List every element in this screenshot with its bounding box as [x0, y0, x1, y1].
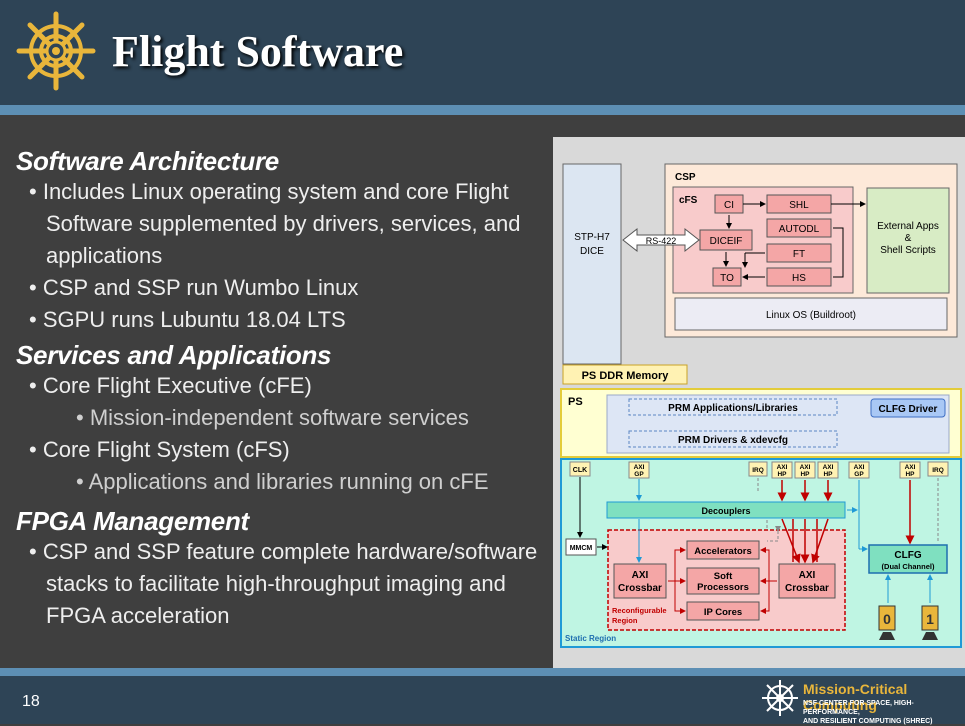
crossbar-label: Crossbar: [785, 583, 829, 594]
axi-label: AXI: [634, 464, 645, 471]
camera1-label: 1: [926, 611, 934, 627]
org-subtitle: NSF CENTER FOR SPACE, HIGH-PERFORMANCE, …: [803, 699, 965, 726]
cfs-label: cFS: [679, 195, 698, 206]
hs-label: HS: [792, 273, 806, 284]
axi-label: AXI: [854, 464, 865, 471]
region-label: Region: [612, 616, 638, 625]
bullet-item: • Core Flight Executive (cFE): [29, 373, 312, 398]
linux-os-label: Linux OS (Buildroot): [766, 310, 856, 321]
axi-label: AXI: [777, 464, 788, 471]
axi-label: AXI: [823, 464, 834, 471]
autodl-label: AUTODL: [779, 224, 820, 235]
mmcm-label: MMCM: [570, 545, 593, 552]
csp-label: CSP: [675, 172, 696, 183]
rs422-label: RS-422: [646, 236, 677, 246]
bullet-text: Includes Linux operating system and core…: [42, 179, 521, 268]
axi-label: AXI: [800, 464, 811, 471]
clfg-driver-label: CLFG Driver: [879, 404, 938, 415]
irq-label: IRQ: [752, 467, 764, 474]
footer-stripe: [0, 668, 965, 676]
diceif-label: DICEIF: [710, 236, 743, 247]
header-stripe: [0, 105, 965, 115]
clfg-label: CLFG: [894, 550, 921, 561]
hp-label: HP: [777, 471, 787, 478]
bullet-text: Mission-independent software services: [89, 405, 469, 430]
bullet-text: SGPU runs Lubuntu 18.04 LTS: [42, 307, 346, 332]
gp-label: GP: [854, 471, 864, 478]
external-apps-label: External Apps: [877, 221, 939, 232]
hp-label: HP: [823, 471, 833, 478]
sub-bullet-item: • Applications and libraries running on …: [76, 469, 489, 494]
bullet-text: CSP and SSP feature complete hardware/so…: [42, 539, 538, 628]
ft-label: FT: [793, 249, 805, 260]
bullet-text: Core Flight Executive (cFE): [42, 373, 312, 398]
hp-label: HP: [800, 471, 810, 478]
processors-label: Processors: [697, 582, 749, 593]
mcc-ship-wheel-icon: [762, 680, 798, 716]
axi-label: AXI: [905, 464, 916, 471]
ip-cores-label: IP Cores: [704, 607, 742, 618]
hp-label: HP: [905, 471, 915, 478]
decouplers-label: Decouplers: [701, 506, 750, 516]
ship-wheel-logo-icon: [16, 11, 96, 91]
prm-drivers-label: PRM Drivers & xdevcfg: [678, 435, 788, 446]
ps-ddr-label: PS DDR Memory: [582, 370, 670, 382]
shl-label: SHL: [789, 200, 809, 211]
sub-bullet-item: • Mission-independent software services: [76, 405, 469, 430]
bullet-item: • SGPU runs Lubuntu 18.04 LTS: [29, 307, 346, 332]
static-region-label: Static Region: [565, 634, 616, 643]
section-heading: FPGA Management: [16, 506, 249, 536]
axi-label: AXI: [632, 570, 649, 581]
clk-label: CLK: [573, 467, 587, 474]
shell-scripts-label: Shell Scripts: [880, 245, 936, 256]
ps-label: PS: [568, 396, 583, 408]
irq-label: IRQ: [932, 467, 944, 474]
bullet-content: Software Architecture • Includes Linux o…: [16, 146, 546, 632]
slide-title: Flight Software: [112, 27, 404, 76]
bullet-item: • CSP and SSP feature complete hardware/…: [29, 539, 538, 628]
axi-label: AXI: [799, 570, 816, 581]
stp-label: STP-H7: [574, 232, 610, 243]
prm-apps-label: PRM Applications/Libraries: [668, 403, 798, 414]
org-subtitle-line1: NSF CENTER FOR SPACE, HIGH-PERFORMANCE,: [803, 700, 914, 716]
bullet-item: • CSP and SSP run Wumbo Linux: [29, 275, 359, 300]
section-heading: Services and Applications: [16, 340, 332, 370]
soft-label: Soft: [714, 571, 733, 582]
bullet-text: CSP and SSP run Wumbo Linux: [42, 275, 359, 300]
ampersand-label: &: [905, 233, 912, 244]
stp-h7-dice-box: [562, 163, 622, 365]
bullet-item: • Includes Linux operating system and co…: [29, 179, 521, 268]
ci-label: CI: [724, 200, 734, 211]
section-heading: Software Architecture: [16, 146, 279, 176]
architecture-diagram: STP-H7 DICE CSP cFS CI SHL AUTODL DICEIF…: [553, 137, 965, 670]
camera0-label: 0: [883, 611, 891, 627]
dual-channel-label: (Dual Channel): [882, 562, 935, 571]
dice-label: DICE: [580, 246, 604, 257]
gp-label: GP: [634, 471, 644, 478]
to-label: TO: [720, 273, 734, 284]
page-number: 18: [22, 693, 40, 710]
bullet-text: Core Flight System (cFS): [42, 437, 290, 462]
reconfigurable-label: Reconfigurable: [612, 606, 667, 615]
bullet-text: Applications and libraries running on cF…: [88, 469, 489, 494]
org-subtitle-line2: AND RESILIENT COMPUTING (SHREC): [803, 718, 933, 725]
accelerators-label: Accelerators: [694, 546, 752, 557]
crossbar-label: Crossbar: [618, 583, 662, 594]
bullet-item: • Core Flight System (cFS): [29, 437, 290, 462]
